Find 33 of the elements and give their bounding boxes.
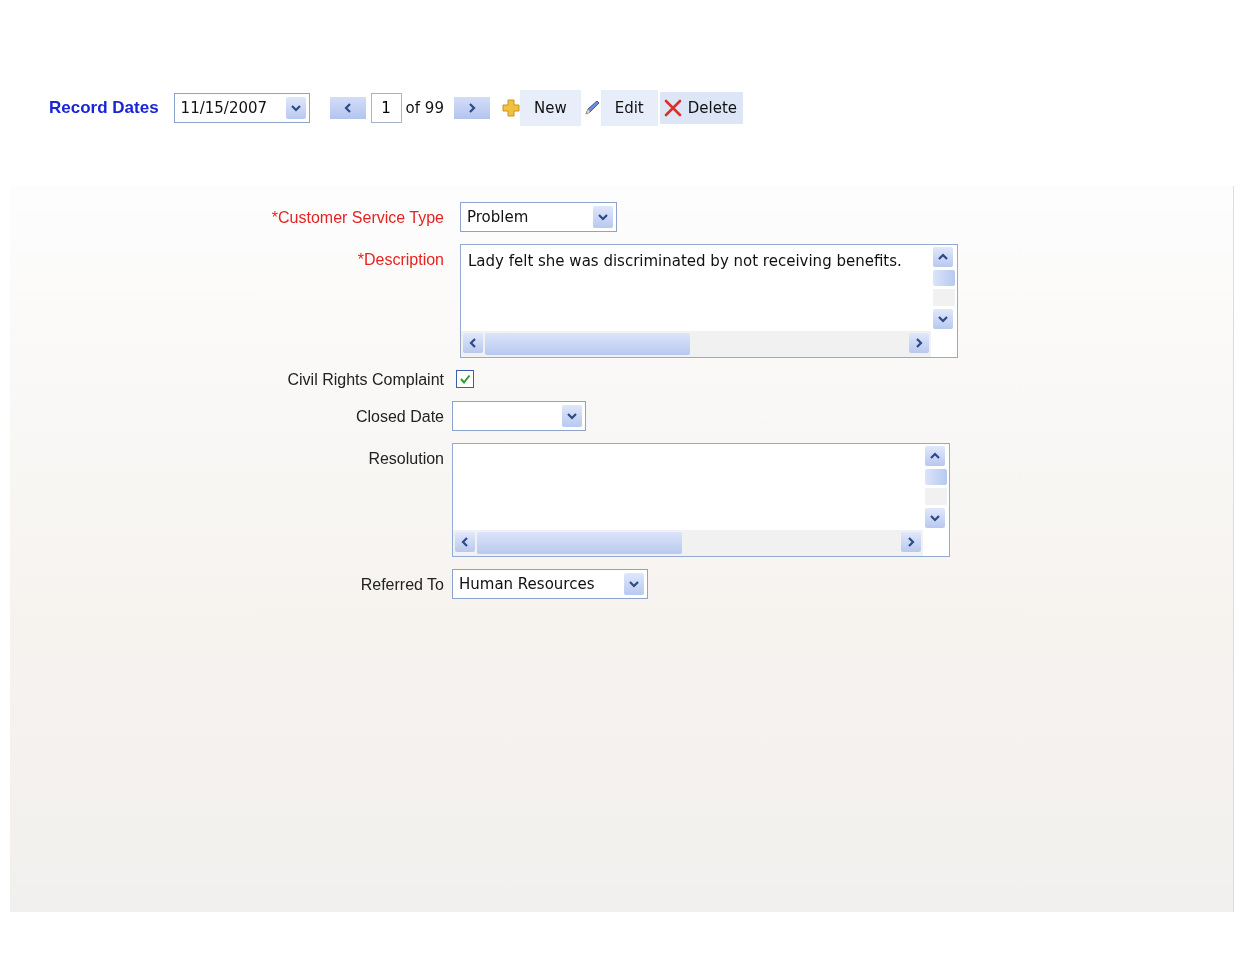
close-icon bbox=[663, 99, 682, 117]
check-icon bbox=[458, 372, 472, 386]
checkbox[interactable] bbox=[456, 370, 474, 388]
dropdown-field[interactable]: Human Resources bbox=[452, 569, 648, 599]
delete-button[interactable]: Delete bbox=[659, 92, 743, 124]
field-label: Resolution bbox=[368, 449, 444, 468]
dropdown-field[interactable] bbox=[452, 401, 586, 431]
horizontal-scrollbar[interactable] bbox=[453, 530, 923, 556]
next-button[interactable] bbox=[453, 97, 490, 119]
field-label: *Customer Service Type bbox=[271, 208, 444, 227]
pencil-icon bbox=[582, 99, 601, 117]
dropdown-field[interactable]: Problem bbox=[460, 202, 617, 232]
previous-button[interactable] bbox=[329, 97, 366, 119]
record-dates-label: Record Dates bbox=[49, 98, 159, 118]
plus-icon bbox=[501, 99, 520, 117]
field-label: Closed Date bbox=[355, 407, 444, 426]
horizontal-scrollbar[interactable] bbox=[461, 331, 931, 357]
scroll-thumb[interactable] bbox=[933, 270, 955, 286]
page-count-text: of 99 bbox=[405, 99, 444, 117]
scroll-thumb[interactable] bbox=[485, 333, 690, 355]
field-label: Referred To bbox=[360, 575, 444, 594]
page-number-field[interactable]: 1 bbox=[370, 93, 402, 123]
vertical-scrollbar[interactable] bbox=[923, 444, 949, 530]
text-area[interactable]: Lady felt she was discriminated by not receiving benefits. bbox=[460, 244, 958, 358]
text-area[interactable] bbox=[452, 443, 950, 557]
field-label: Civil Rights Complaint bbox=[287, 370, 444, 389]
date-select[interactable]: 11/15/2007 bbox=[173, 93, 310, 123]
edit-button[interactable]: Edit bbox=[600, 90, 658, 126]
scroll-thumb[interactable] bbox=[477, 532, 682, 554]
new-button[interactable]: New bbox=[519, 90, 581, 126]
field-label: *Description bbox=[357, 250, 444, 269]
scroll-thumb[interactable] bbox=[925, 469, 947, 485]
vertical-scrollbar[interactable] bbox=[931, 245, 957, 331]
